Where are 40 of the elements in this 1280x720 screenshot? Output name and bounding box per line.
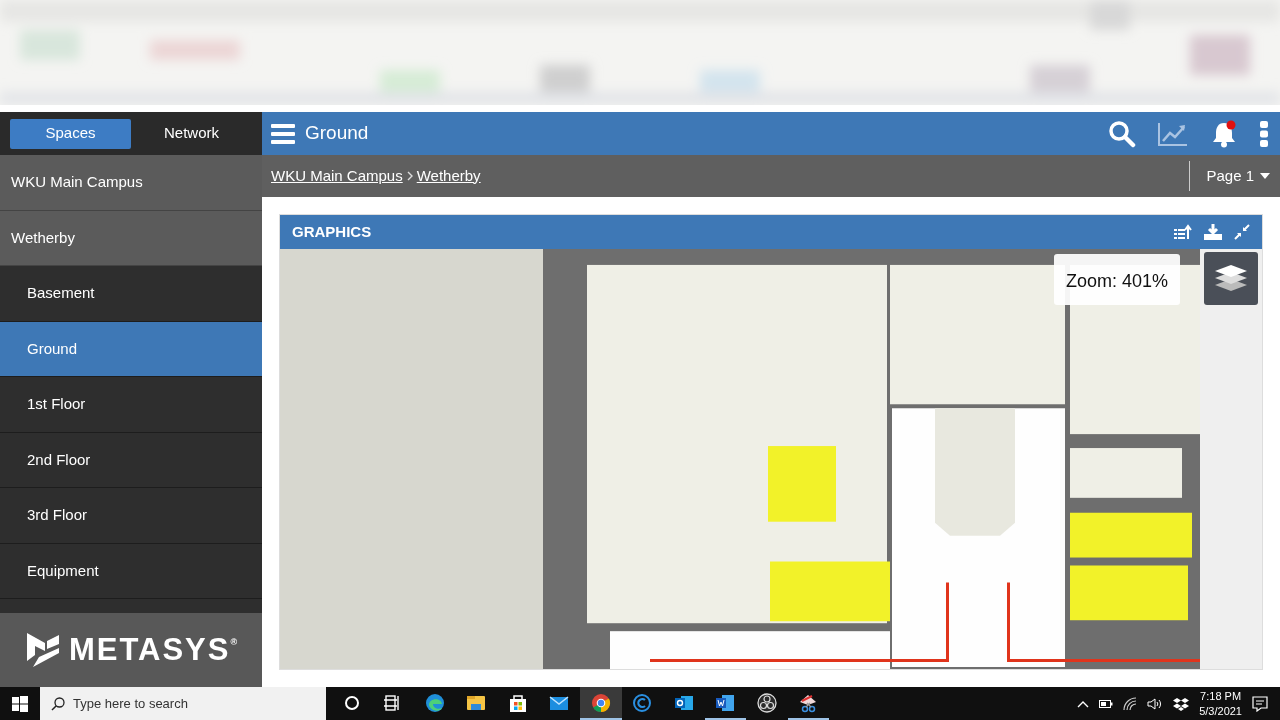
wifi-icon[interactable] bbox=[1123, 696, 1138, 711]
clock[interactable]: 7:18 PM 5/3/2021 bbox=[1199, 688, 1242, 719]
taskbar-search-field[interactable]: Type here to search bbox=[40, 687, 326, 720]
zoom-label: Zoom: 401% bbox=[1054, 254, 1181, 305]
sidebar-item[interactable]: Ground bbox=[0, 321, 262, 377]
more-icon[interactable] bbox=[1260, 120, 1268, 147]
letter-c-icon bbox=[632, 692, 653, 713]
download-icon[interactable] bbox=[1204, 224, 1222, 240]
speaker-icon[interactable] bbox=[1147, 697, 1164, 710]
breadcrumb-link[interactable]: Wetherby bbox=[416, 164, 481, 188]
collapse-icon[interactable] bbox=[1234, 224, 1250, 240]
word-icon bbox=[715, 692, 736, 713]
chart-icon[interactable] bbox=[1158, 121, 1188, 146]
battery-icon[interactable] bbox=[1099, 698, 1114, 709]
caret-icon bbox=[1260, 173, 1270, 179]
browser-icon bbox=[424, 692, 445, 713]
search-icon bbox=[51, 697, 65, 711]
sidebar-item[interactable]: Wetherby bbox=[0, 210, 262, 266]
chrome-icon bbox=[590, 692, 611, 713]
sidebar-tab[interactable]: Spaces bbox=[10, 118, 131, 149]
chevron-up-icon[interactable] bbox=[1077, 699, 1090, 708]
sort-icon[interactable] bbox=[1174, 224, 1192, 240]
sidebar-tab[interactable]: Network bbox=[131, 118, 252, 149]
notification-center-icon[interactable] bbox=[1252, 695, 1268, 712]
breadcrumb-link[interactable]: WKU Main Campus bbox=[271, 164, 403, 188]
dropbox-icon[interactable] bbox=[1173, 696, 1190, 711]
logo-text: METASYS$^{®}$ bbox=[68, 630, 238, 669]
page-dropdown[interactable]: Page 1 bbox=[1189, 161, 1280, 191]
windows-start-icon[interactable] bbox=[12, 695, 28, 712]
layers-button[interactable] bbox=[1204, 252, 1258, 305]
sidebar-item[interactable]: WKU Main Campus bbox=[0, 155, 262, 211]
logo-icon bbox=[24, 631, 61, 669]
panel-title: GRAPHICS bbox=[292, 221, 372, 242]
menu-icon[interactable] bbox=[271, 123, 295, 144]
shopping-bag-icon bbox=[507, 692, 528, 713]
page-title: Ground bbox=[305, 121, 369, 146]
search-icon[interactable] bbox=[1108, 119, 1136, 148]
taskbar-app[interactable] bbox=[580, 687, 622, 720]
notification-icon[interactable] bbox=[1210, 119, 1238, 148]
record-icon bbox=[756, 692, 777, 713]
